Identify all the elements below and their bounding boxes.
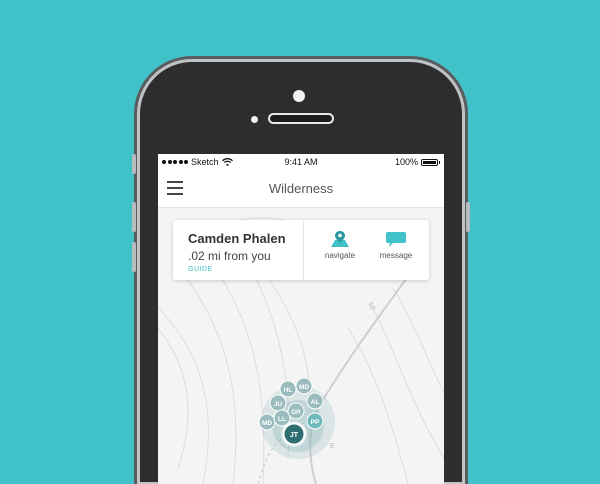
map-pin-icon <box>331 231 349 247</box>
map-marker[interactable]: MD <box>295 377 313 395</box>
volume-down-button <box>132 242 136 272</box>
message-button[interactable]: message <box>366 230 426 260</box>
guide-name: Camden Phalen <box>188 231 286 246</box>
power-button <box>466 202 470 232</box>
svg-text:HL: HL <box>284 387 293 394</box>
map-marker[interactable]: HL <box>279 380 297 398</box>
svg-text:MD: MD <box>262 420 272 427</box>
navigate-button[interactable]: navigate <box>310 230 370 260</box>
front-camera <box>293 90 305 102</box>
proximity-sensor <box>251 116 258 123</box>
svg-text:LL: LL <box>278 416 286 423</box>
map-marker[interactable]: PP <box>306 412 324 430</box>
svg-text:JU: JU <box>274 401 283 408</box>
app-screen: Sketch 9:41 AM 100% Wilderness MI E HL M… <box>158 154 444 484</box>
svg-text:JT: JT <box>290 432 299 439</box>
map-marker[interactable]: JU <box>269 394 287 412</box>
svg-text:MD: MD <box>299 384 309 391</box>
svg-text:PP: PP <box>311 419 320 426</box>
card-divider <box>303 220 304 280</box>
battery-icon <box>421 158 440 166</box>
map-marker[interactable]: GR <box>287 402 305 420</box>
map-marker[interactable]: MD <box>258 413 276 431</box>
svg-text:GR: GR <box>291 409 301 416</box>
map-marker[interactable]: AL <box>306 392 324 410</box>
nav-bar: Wilderness <box>158 170 444 208</box>
page-title: Wilderness <box>268 181 334 196</box>
speech-bubble-icon <box>386 232 406 247</box>
guide-role: GUIDE <box>188 266 213 273</box>
battery-percent: 100% <box>394 157 418 167</box>
message-label: message <box>379 251 413 260</box>
svg-text:AL: AL <box>311 399 320 406</box>
navigate-label: navigate <box>324 251 356 260</box>
guide-card[interactable]: Camden Phalen .02 mi from you GUIDE navi… <box>173 220 429 280</box>
map-label-fragment: E <box>330 443 335 450</box>
phone-frame: Sketch 9:41 AM 100% Wilderness MI E HL M… <box>132 62 470 484</box>
status-bar: Sketch 9:41 AM 100% <box>158 154 444 170</box>
current-user-marker[interactable]: JT <box>281 421 307 447</box>
guide-distance: .02 mi from you <box>188 249 271 263</box>
earpiece-speaker <box>268 113 334 124</box>
volume-up-button <box>132 202 136 232</box>
mute-switch <box>132 154 136 174</box>
